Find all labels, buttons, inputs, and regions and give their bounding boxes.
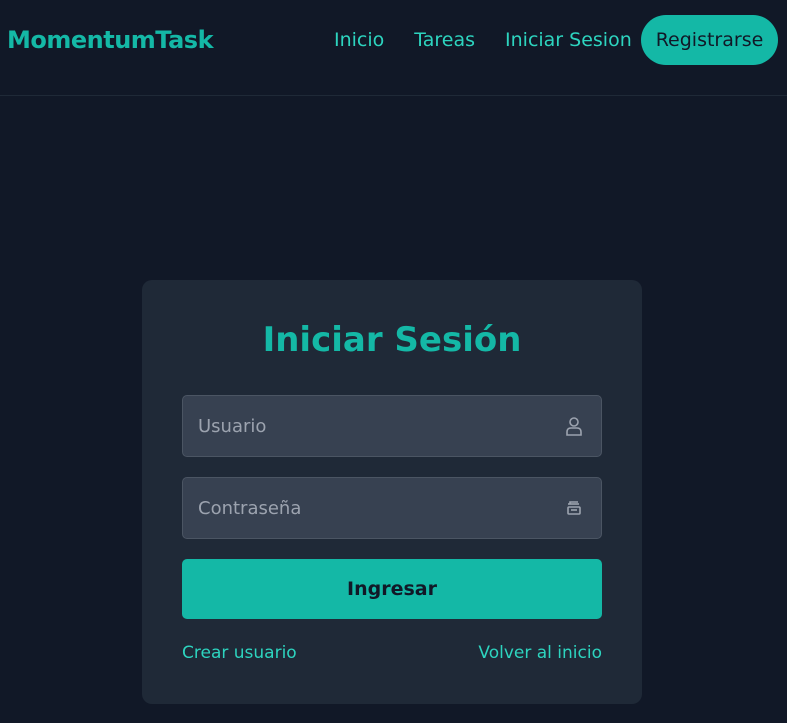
back-home-link[interactable]: Volver al inicio [478,643,602,663]
password-field [182,477,602,539]
nav-link-iniciar-sesion[interactable]: Iniciar Sesion [505,29,632,51]
user-icon [563,415,585,437]
password-input[interactable] [183,478,601,538]
brand-logo[interactable]: MomentumTask [7,26,214,54]
create-user-link[interactable]: Crear usuario [182,643,297,663]
login-title: Iniciar Sesión [262,320,522,360]
login-card: Iniciar Sesión Ingresar [142,280,642,704]
navbar: MomentumTask Inicio Tareas Iniciar Sesio… [0,0,787,96]
nav-link-inicio[interactable]: Inicio [334,29,384,51]
lock-icon [563,497,585,519]
login-submit-button[interactable]: Ingresar [182,559,602,619]
username-field [182,395,602,457]
username-input[interactable] [183,396,601,456]
nav-link-tareas[interactable]: Tareas [414,29,475,51]
register-button[interactable]: Registrarse [641,15,778,65]
nav-links: Inicio Tareas Iniciar Sesion [334,29,632,51]
